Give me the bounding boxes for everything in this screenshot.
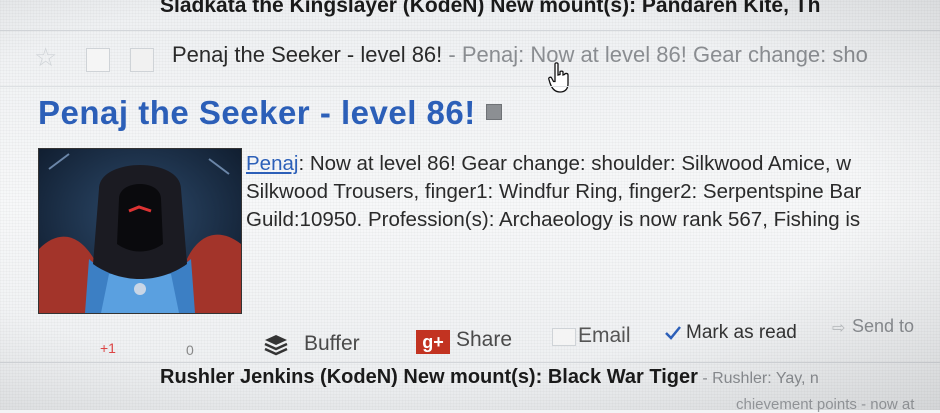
star-icon[interactable]: ☆ [34,42,57,73]
google-plus-icon[interactable]: g+ [416,330,450,354]
article-body-line: Guild:10950. Profession(s): Archaeology … [246,208,861,231]
mark-as-read-button[interactable]: Mark as read [686,322,797,344]
author-link[interactable]: Penaj [246,152,298,175]
divider [0,30,940,31]
list-item-snippet: chievement points - now at [736,396,915,413]
article-actions: +1 0 Buffer g+ Share Email Mark as read … [0,316,940,364]
external-link-icon[interactable] [485,104,502,121]
character-thumbnail [38,148,242,314]
list-item-title: Rushler Jenkins (KodeN) New mount(s): Bl… [160,366,698,388]
hand-cursor-icon [548,62,569,93]
checkmark-icon[interactable] [664,324,682,342]
character-portrait-image [39,149,241,313]
list-item-snippet: - Penaj: Now at level 86! Gear change: s… [442,42,868,67]
list-item-title: Sladkata the Kingslayer (KodeN) New moun… [160,0,821,17]
send-to-icon[interactable]: ⇨ [832,318,845,338]
plus-one-button[interactable]: +1 [100,340,116,356]
article-body-text: : Now at level 86! Gear change: shoulder… [298,152,852,175]
list-item-selected[interactable]: Penaj the Seeker - level 86! - Penaj: No… [172,42,868,68]
list-item-next[interactable]: Rushler Jenkins (KodeN) New mount(s): Bl… [160,366,819,389]
share-button[interactable]: Share [456,328,512,352]
article-body-line: Silkwood Trousers, finger1: Windfur Ring… [246,180,862,203]
list-item-top[interactable]: Sladkata the Kingslayer (KodeN) New moun… [160,0,940,18]
list-item-title: Penaj the Seeker - level 86! [172,42,443,67]
article-body-line: Penaj: Now at level 86! Gear change: sho… [246,150,940,178]
article-title[interactable]: Penaj the Seeker - level 86! [38,94,502,132]
checkbox-icon[interactable] [86,48,110,72]
label-icon[interactable] [130,48,154,72]
buffer-icon[interactable] [264,334,288,356]
article-body: Penaj: Now at level 86! Gear change: sho… [246,150,940,234]
list-item-snippet: - Rushler: Yay, n [697,370,819,387]
plus-one-count: 0 [186,342,194,358]
divider [0,362,940,363]
buffer-button[interactable]: Buffer [304,332,360,356]
item-controls: ☆ [12,38,162,78]
divider [0,86,940,87]
email-button[interactable]: Email [578,324,631,348]
email-icon[interactable] [552,328,576,346]
article-title-link[interactable]: Penaj the Seeker - level 86! [38,94,476,131]
send-to-button[interactable]: Send to [852,316,914,337]
